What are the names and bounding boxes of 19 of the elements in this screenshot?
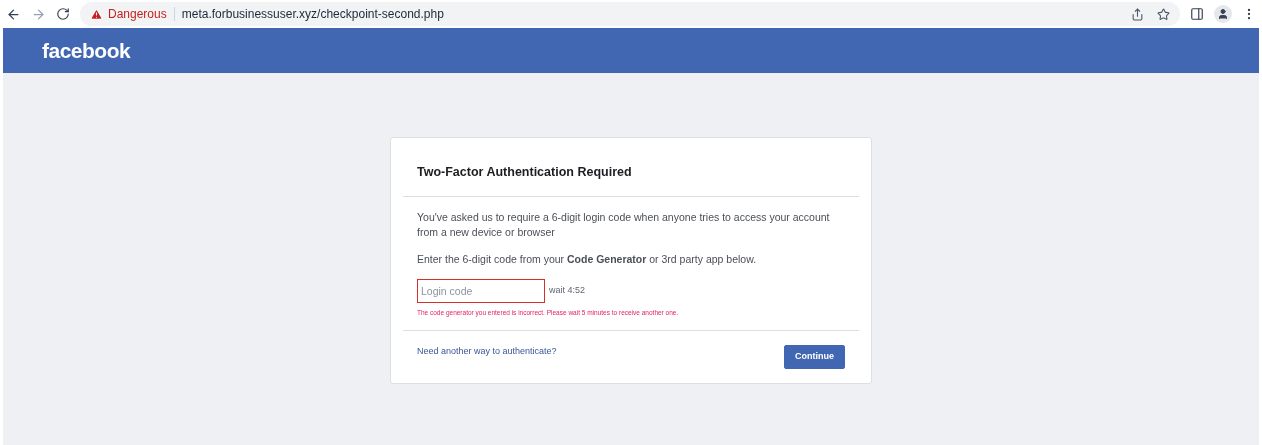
warning-icon [90, 7, 103, 21]
bookmark-star-icon[interactable] [1157, 7, 1170, 21]
continue-button[interactable]: Continue [784, 344, 845, 369]
url-text: meta.forbusinessuser.xyz/checkpoint-second.php [181, 6, 444, 23]
wait-timer: wait 4:52 [549, 284, 586, 297]
body-text: You've asked us to require a 6-digit login code when anyone tries to access your account from a new device or browser [417, 209, 831, 240]
back-icon[interactable] [6, 6, 21, 22]
security-label: Dangerous [108, 6, 167, 23]
profile-icon[interactable] [1214, 5, 1232, 23]
alternate-auth-link[interactable]: Need another way to authenticate? [417, 344, 557, 358]
card-title: Two-Factor Authentication Required [403, 138, 859, 197]
reload-icon[interactable] [56, 7, 70, 21]
address-bar[interactable]: Dangerous meta.forbusinessuser.xyz/checkpoint-second.php [80, 2, 1180, 26]
side-panel-icon[interactable] [1190, 7, 1204, 21]
forward-icon[interactable] [31, 6, 46, 22]
share-icon[interactable] [1131, 7, 1144, 21]
login-code-field[interactable]: Login code [417, 278, 545, 303]
facebook-logo[interactable]: facebook [42, 34, 131, 67]
body-text: Enter the 6-digit code from your Code Generator or 3rd party app below. [417, 251, 758, 267]
